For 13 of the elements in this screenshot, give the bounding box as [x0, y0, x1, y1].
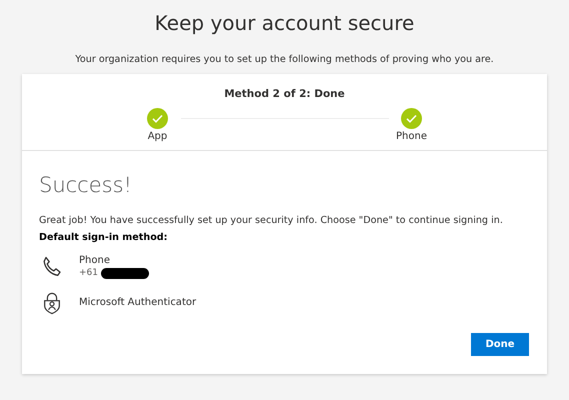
success-heading: Success!	[39, 173, 133, 197]
step-label: Phone	[396, 131, 427, 142]
step-label: App	[148, 131, 168, 142]
method-name: Phone	[79, 255, 111, 267]
method-name: Microsoft Authenticator	[79, 297, 196, 309]
page-title: Keep your account secure	[154, 10, 416, 36]
success-message: Great job! You have successfully set up your security info. Choose "Done" to continue signing in.	[39, 215, 504, 226]
default-method-label: Default sign-in method:	[39, 232, 169, 243]
page-subtitle: Your organization requires you to set up the following methods of proving who you are.	[74, 54, 495, 65]
progress-label: Method 2 of 2: Done	[223, 88, 346, 100]
lock-person-icon	[41, 291, 63, 315]
done-button[interactable]: Done	[471, 333, 529, 356]
phone-number: +61	[79, 267, 98, 279]
